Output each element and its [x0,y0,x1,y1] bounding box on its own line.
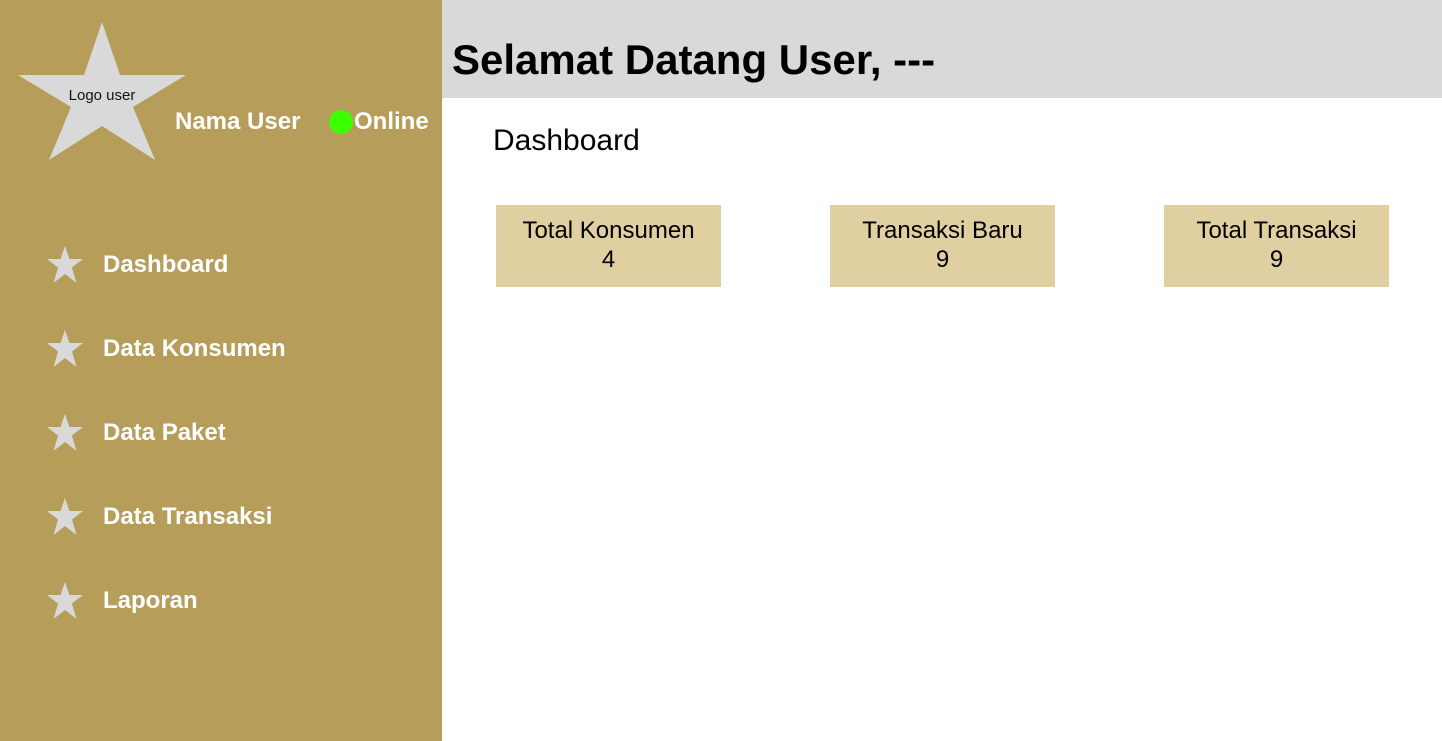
star-icon [47,246,83,283]
stat-card-total-konsumen: Total Konsumen 4 [496,205,721,287]
stat-card-value: 9 [1269,246,1284,273]
sidebar-item-label: Data Konsumen [103,335,286,362]
sidebar-item-laporan[interactable]: Laporan [45,581,198,621]
status-text: Online [354,108,429,135]
stat-card-total-transaksi: Total Transaksi 9 [1164,205,1389,287]
header-bar: Selamat Datang User, --- [442,0,1442,98]
stat-card-transaksi-baru: Transaksi Baru 9 [830,205,1055,287]
status-indicator: Online [329,108,429,136]
stat-card-value: 4 [601,246,616,273]
app-window: Logo user Nama User Online Dashboard Dat… [0,0,1442,741]
stat-card-label: Transaksi Baru [862,217,1023,244]
sidebar-item-label: Data Transaksi [103,503,273,530]
sidebar-item-data-konsumen[interactable]: Data Konsumen [45,329,286,369]
sidebar-item-data-transaksi[interactable]: Data Transaksi [45,497,272,537]
page-title: Dashboard [493,124,640,157]
sidebar: Logo user Nama User Online Dashboard Dat… [0,0,442,741]
welcome-title: Selamat Datang User, --- [452,36,936,83]
user-logo: Logo user [18,20,188,162]
star-icon [47,582,83,619]
star-icon [47,414,83,451]
logo-label: Logo user [68,87,136,104]
sidebar-item-data-paket[interactable]: Data Paket [45,413,226,453]
star-icon [47,330,83,367]
sidebar-item-label: Data Paket [103,419,226,446]
stat-card-label: Total Transaksi [1196,217,1357,244]
stat-card-label: Total Konsumen [522,217,695,244]
sidebar-item-label: Laporan [103,587,198,614]
sidebar-item-label: Dashboard [103,251,229,278]
star-icon [47,498,83,535]
online-dot-icon [329,110,353,134]
user-name: Nama User [175,108,301,135]
sidebar-item-dashboard[interactable]: Dashboard [45,245,228,285]
stat-card-value: 9 [935,246,950,273]
